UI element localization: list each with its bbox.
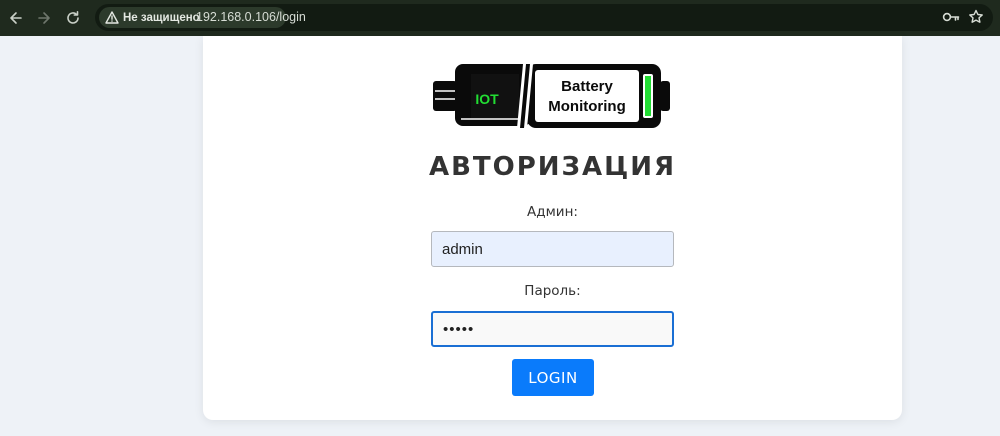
username-input[interactable]	[431, 231, 674, 267]
reload-button[interactable]	[63, 8, 83, 28]
username-label: Админ:	[527, 204, 578, 220]
back-button[interactable]	[6, 8, 26, 28]
arrow-left-icon	[10, 12, 22, 24]
key-icon[interactable]	[942, 9, 960, 25]
password-input[interactable]	[431, 311, 674, 347]
logo-line2-text: Monitoring	[548, 98, 625, 115]
logo-line1-text: Battery	[561, 78, 613, 95]
logo-iot-text: IOT	[475, 91, 499, 107]
battery-monitoring-logo: IOT Battery Monitoring	[433, 64, 670, 128]
bookmark-star-icon[interactable]	[968, 9, 984, 25]
browser-toolbar: Не защищено 192.168.0.106/login	[0, 0, 1000, 36]
page-title: АВТОРИЗАЦИЯ	[428, 152, 677, 182]
security-label: Не защищено	[123, 11, 200, 24]
arrow-right-icon	[38, 12, 50, 24]
login-button[interactable]: LOGIN	[512, 359, 594, 396]
url-text: 192.168.0.106/login	[196, 10, 306, 24]
warning-icon	[105, 11, 119, 24]
address-bar[interactable]: Не защищено 192.168.0.106/login	[95, 4, 993, 31]
password-label: Пароль:	[524, 283, 581, 299]
reload-icon	[67, 11, 79, 24]
login-card: IOT Battery Monitoring АВТОРИЗАЦИЯ Админ…	[203, 36, 902, 420]
forward-button[interactable]	[34, 8, 54, 28]
